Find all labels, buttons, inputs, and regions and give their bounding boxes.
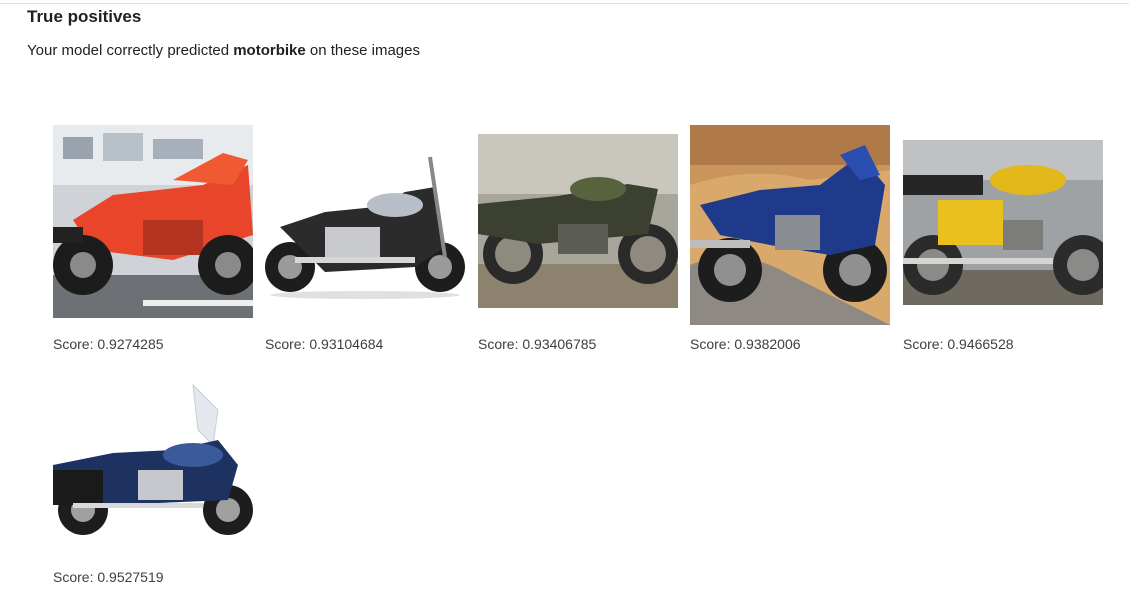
section-title: True positives (27, 7, 142, 26)
result-image[interactable] (53, 125, 253, 318)
result-image[interactable] (478, 134, 678, 308)
score-label: Score: 0.9382006 (690, 336, 801, 352)
score-label: Score: 0.9466528 (903, 336, 1014, 352)
score-label: Score: 0.93104684 (265, 336, 384, 352)
result-image[interactable] (903, 140, 1103, 305)
result-image[interactable] (53, 375, 253, 535)
predicted-label: motorbike (233, 42, 306, 59)
subtitle-prefix: Your model correctly predicted (27, 42, 230, 59)
subtitle-suffix: on these images (309, 42, 420, 59)
result-image[interactable] (690, 125, 890, 325)
score-label: Score: 0.93406785 (478, 336, 597, 352)
score-label: Score: 0.9274285 (53, 336, 164, 352)
section-subtitle: Your model correctly predicted motorbike… (27, 42, 420, 59)
result-image[interactable] (265, 147, 465, 299)
score-label: Score: 0.9527519 (53, 569, 164, 585)
top-divider (0, 3, 1129, 4)
